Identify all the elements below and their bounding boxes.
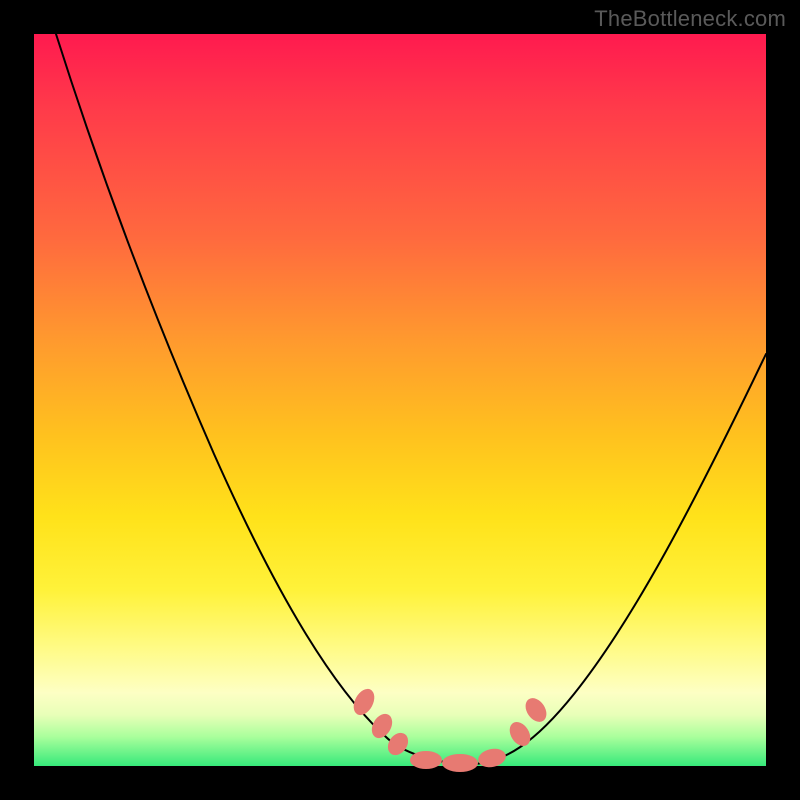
marker-dot — [384, 729, 413, 759]
marker-group — [349, 685, 550, 772]
bottleneck-curve — [34, 34, 766, 766]
marker-dot — [368, 710, 397, 742]
curve-left-branch — [56, 34, 474, 764]
marker-dot — [476, 746, 507, 769]
marker-dot — [410, 751, 442, 769]
plot-area — [34, 34, 766, 766]
marker-dot — [442, 754, 478, 772]
marker-dot — [521, 694, 550, 726]
marker-dot — [505, 718, 534, 750]
chart-frame: TheBottleneck.com — [0, 0, 800, 800]
watermark-text: TheBottleneck.com — [594, 6, 786, 32]
curve-right-branch — [474, 354, 766, 764]
